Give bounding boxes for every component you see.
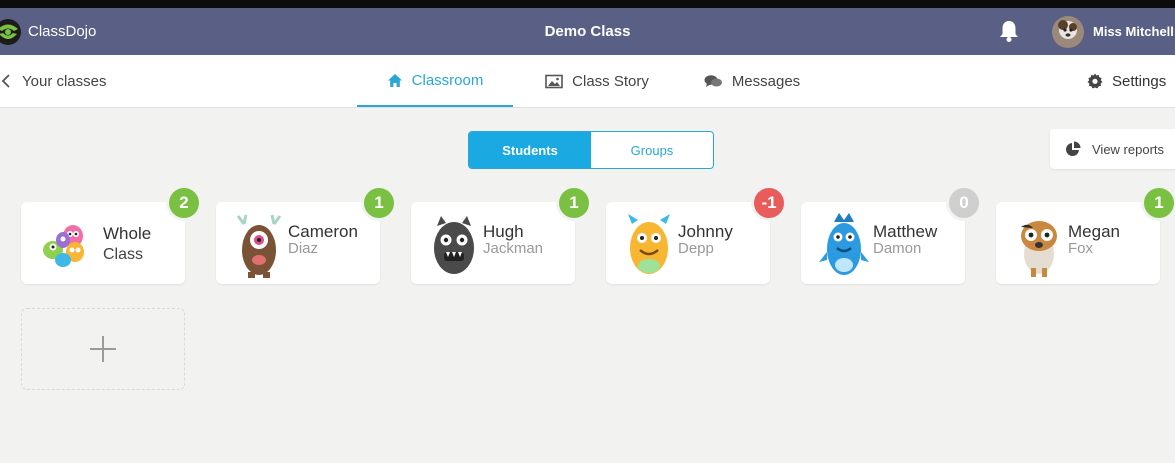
tab-classroom[interactable]: Classroom [357,55,513,107]
home-icon [387,73,402,87]
back-to-classes[interactable]: Your classes [0,55,107,107]
student-card-cameron-diaz[interactable]: Cameron Diaz 1 [216,185,397,284]
student-last-name: Damon [873,240,922,257]
settings-button[interactable]: Settings [1087,55,1166,107]
students-toggle-button[interactable]: Students [469,132,591,168]
student-last-name: Depp [678,240,714,257]
tab-messages[interactable]: Messages [697,55,807,107]
nav-bar: Your classes Classroom Class Story Messa… [0,55,1175,108]
chevron-left-icon [1,74,10,88]
tab-label: Class Story [572,72,649,90]
points-badge: -1 [751,185,787,221]
student-card-johnny-depp[interactable]: Johnny Depp -1 [606,185,787,284]
student-first-name: Johnny [678,222,733,241]
avatar [1052,15,1084,48]
tab-class-story[interactable]: Class Story [538,55,656,107]
groups-toggle-button[interactable]: Groups [591,132,713,168]
student-last-name: Jackman [483,240,544,257]
brand-name: ClassDojo [28,23,97,40]
gear-icon [1087,73,1103,89]
add-student-button[interactable] [21,308,185,390]
bell-icon[interactable] [998,19,1020,43]
view-reports-label: View reports [1092,141,1165,157]
view-toggle: Students Groups [468,131,714,169]
brand[interactable]: ClassDojo [0,8,96,55]
points-badge: 1 [1141,185,1175,221]
student-last-name: Class [103,246,144,263]
student-card-hugh-jackman[interactable]: Hugh Jackman 1 [411,185,592,284]
tab-label: Classroom [411,71,484,89]
student-first-name: Hugh [483,222,524,241]
classdojo-logo-icon [0,18,21,45]
monster-avatar-icon [1021,221,1057,277]
picture-icon [545,74,563,88]
user-menu[interactable]: Miss Mitchell [1052,8,1174,55]
tab-label: Messages [731,72,801,90]
top-strip [0,0,1175,8]
student-last-name: Fox [1068,240,1094,257]
student-card-megan-fox[interactable]: Megan Fox 1 [996,185,1175,284]
monster-avatar-icon [236,214,282,278]
student-card-matthew-damon[interactable]: Matthew Damon 0 [801,185,982,284]
settings-label: Settings [1112,72,1167,90]
points-badge: 1 [556,185,592,221]
plus-icon [90,336,116,362]
student-last-name: Diaz [288,240,319,257]
monster-avatar-icon [434,216,474,274]
user-name: Miss Mitchell [1093,24,1174,39]
student-first-name: Megan [1068,222,1120,241]
points-badge: 1 [361,185,397,221]
points-badge: 2 [166,185,202,221]
whole-class-card[interactable]: Whole Class 2 [21,185,202,284]
whole-class-avatar-icon [43,225,84,267]
monster-avatar-icon [628,214,670,274]
points-badge: 0 [946,185,982,221]
monster-avatar-icon [819,213,869,275]
header-bar: ClassDojo Demo Class Miss Mitchell [0,8,1175,55]
view-reports-button[interactable]: View reports [1050,129,1175,169]
chat-bubbles-icon [704,74,722,87]
student-first-name: Matthew [873,222,938,241]
back-label: Your classes [22,72,107,90]
pie-chart-icon [1066,141,1081,156]
student-first-name: Cameron [288,222,358,241]
student-first-name: Whole [103,224,152,243]
